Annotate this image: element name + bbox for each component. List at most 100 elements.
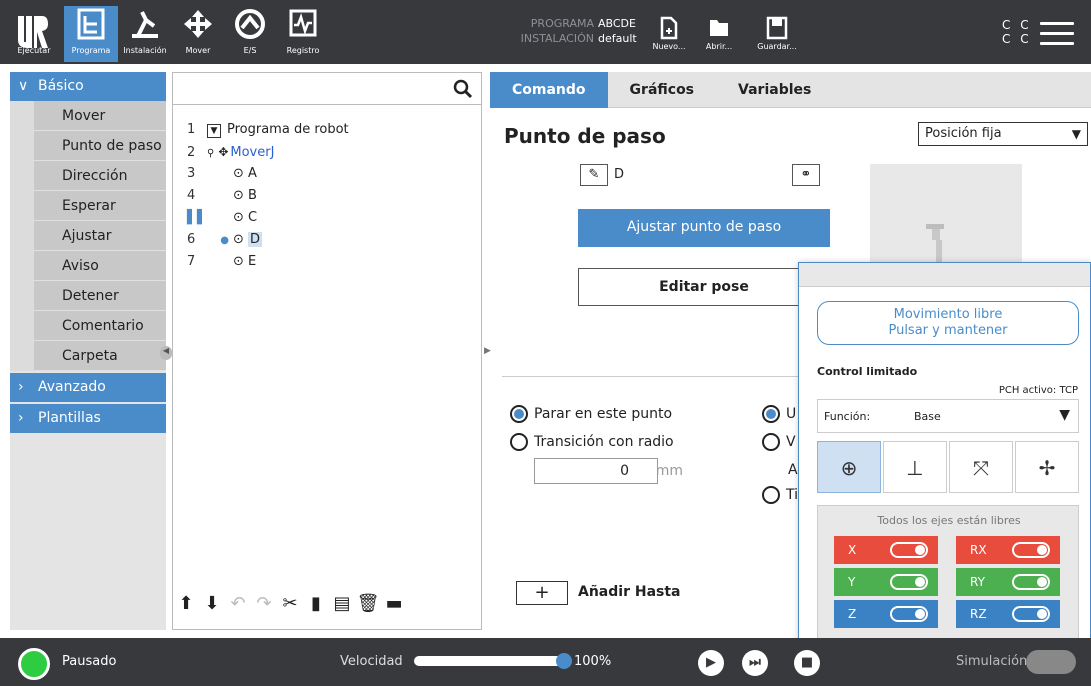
- tab-move[interactable]: Mover: [176, 6, 220, 62]
- add-until-button[interactable]: +: [516, 581, 568, 605]
- search-icon[interactable]: [453, 79, 473, 99]
- stop-button[interactable]: ■: [794, 650, 820, 676]
- axis-rz-toggle[interactable]: RZ: [956, 600, 1060, 628]
- rename-button[interactable]: ✎: [580, 164, 608, 186]
- set-waypoint-button[interactable]: Ajustar punto de paso: [578, 209, 830, 247]
- toggle-switch[interactable]: [890, 574, 928, 590]
- tree-search-bar[interactable]: [173, 73, 481, 105]
- tab-installation[interactable]: Instalación: [120, 6, 170, 62]
- redo-icon[interactable]: ↷: [251, 593, 277, 614]
- category-basic[interactable]: ∨ Básico: [10, 72, 166, 101]
- plane-mode-button[interactable]: ⤧: [949, 441, 1013, 493]
- right-radio-3-label: Ti: [786, 487, 799, 503]
- collapse-left-icon[interactable]: ◀: [160, 346, 172, 360]
- stop-at-point-label: Parar en este punto: [534, 406, 673, 422]
- power-status-icon[interactable]: [18, 648, 50, 680]
- expand-toggle-icon[interactable]: ▼: [207, 124, 221, 138]
- tree-row-label: MoverJ: [230, 145, 275, 160]
- move-down-icon[interactable]: ⬇: [199, 593, 225, 614]
- hamburger-menu-icon[interactable]: [1040, 22, 1074, 52]
- copy-icon[interactable]: ▮: [303, 593, 329, 614]
- move-up-icon[interactable]: ⬆: [173, 593, 199, 614]
- axis-z-toggle[interactable]: Z: [834, 600, 938, 628]
- position-type-select[interactable]: Posición fija ▼: [918, 122, 1088, 146]
- axis-frame-button[interactable]: ⊥: [883, 441, 947, 493]
- toggle-switch[interactable]: [1012, 606, 1050, 622]
- radio-icon: [762, 486, 780, 504]
- program-info-labels: PROGRAMA INSTALACIÓN: [508, 16, 594, 46]
- right-radio-3[interactable]: Ti: [762, 486, 798, 504]
- rotation-mode-button[interactable]: ⊕: [817, 441, 881, 493]
- axis-x-toggle[interactable]: X: [834, 536, 938, 564]
- tab-io[interactable]: E/S: [228, 6, 272, 62]
- sidebar-item-folder[interactable]: Carpeta: [34, 341, 166, 371]
- waypoint-icon: ⊙: [233, 232, 244, 247]
- new-button[interactable]: Nuevo...: [644, 16, 694, 51]
- stop-at-point-radio[interactable]: Parar en este punto: [510, 405, 672, 423]
- delete-icon[interactable]: 🗑: [355, 593, 381, 614]
- sidebar-item-waypoint[interactable]: Punto de paso: [34, 131, 166, 161]
- suppress-icon[interactable]: ▬: [381, 593, 407, 614]
- function-select[interactable]: Función: Base ▼: [817, 399, 1079, 433]
- io-icon: [228, 6, 272, 46]
- axis-ry-label: RY: [970, 575, 985, 589]
- tree-row-selected[interactable]: 6 ● ⊙ D: [187, 229, 349, 251]
- right-radio-2[interactable]: V: [762, 433, 796, 451]
- sidebar-item-popup[interactable]: Aviso: [34, 251, 166, 281]
- sidebar-item-set[interactable]: Ajustar: [34, 221, 166, 251]
- tree-toolbar: ⬆ ⬇ ↶ ↷ ✂ ▮ ▤ 🗑 ▬: [173, 593, 481, 629]
- toggle-switch[interactable]: [1012, 574, 1050, 590]
- axis-ry-toggle[interactable]: RY: [956, 568, 1060, 596]
- sidebar-item-wait[interactable]: Esperar: [34, 191, 166, 221]
- slider-knob[interactable]: [556, 653, 572, 669]
- speed-value: 100%: [574, 654, 612, 669]
- toggle-switch[interactable]: [890, 606, 928, 622]
- tree-row[interactable]: 2 ⚲ ✥ MoverJ: [187, 141, 349, 163]
- play-button[interactable]: ▶: [698, 650, 724, 676]
- simulation-label: Simulación: [956, 654, 1028, 669]
- blend-radius-input[interactable]: mm 0: [534, 458, 683, 484]
- tree-row[interactable]: 3 ⊙ A: [187, 163, 349, 185]
- chevron-right-icon: ›: [18, 379, 24, 395]
- sidebar-item-halt[interactable]: Detener: [34, 281, 166, 311]
- category-templates[interactable]: › Plantillas: [10, 404, 166, 433]
- freedrive-button[interactable]: Movimiento libre Pulsar y mantener: [817, 301, 1079, 345]
- link-button[interactable]: ⚭: [792, 164, 820, 186]
- blend-radius-radio[interactable]: Transición con radio: [510, 433, 674, 451]
- tree-row[interactable]: 4 ⊙ B: [187, 185, 349, 207]
- tab-program[interactable]: Programa: [64, 6, 118, 62]
- tree-row[interactable]: 7 ⊙ E: [187, 251, 349, 273]
- save-button[interactable]: Guardar...: [752, 16, 802, 51]
- free-rotation-button[interactable]: ✢: [1015, 441, 1079, 493]
- simulation-toggle[interactable]: [1026, 650, 1076, 674]
- tab-variables[interactable]: Variables: [716, 72, 833, 108]
- cc-line-1: C C: [1002, 18, 1032, 32]
- cut-icon[interactable]: ✂: [277, 593, 303, 614]
- sidebar-item-comment[interactable]: Comentario: [34, 311, 166, 341]
- sidebar-item-move[interactable]: Mover: [34, 101, 166, 131]
- tab-graphics[interactable]: Gráficos: [608, 72, 716, 108]
- speed-slider[interactable]: [414, 653, 572, 669]
- tab-run[interactable]: Ejecutar: [10, 6, 58, 62]
- tab-command[interactable]: Comando: [490, 72, 608, 108]
- toggle-switch[interactable]: [1012, 542, 1050, 558]
- undo-icon[interactable]: ↶: [225, 593, 251, 614]
- sidebar-item-direction[interactable]: Dirección: [34, 161, 166, 191]
- axis-y-toggle[interactable]: Y: [834, 568, 938, 596]
- tab-installation-label: Instalación: [123, 46, 167, 55]
- tree-row[interactable]: ▌▌ ⊙ C: [187, 207, 349, 229]
- open-button[interactable]: Abrir...: [694, 16, 744, 51]
- tab-log[interactable]: Registro: [280, 6, 326, 62]
- position-type-value: Posición fija: [925, 126, 1002, 141]
- axis-rx-toggle[interactable]: RX: [956, 536, 1060, 564]
- right-radio-1[interactable]: U: [762, 405, 796, 423]
- edit-pose-button[interactable]: Editar pose: [578, 268, 830, 306]
- freedrive-label: Movimiento libre: [893, 307, 1003, 322]
- bottom-bar: Pausado Velocidad 100% ▶ ⏭ ■ Simulación: [0, 638, 1091, 686]
- paste-icon[interactable]: ▤: [329, 593, 355, 614]
- toggle-switch[interactable]: [890, 542, 928, 558]
- step-button[interactable]: ⏭: [742, 650, 768, 676]
- tree-row[interactable]: 1 ▼ Programa de robot: [187, 119, 349, 141]
- collapse-right-icon[interactable]: ▶: [484, 346, 491, 356]
- category-advanced[interactable]: › Avanzado: [10, 373, 166, 402]
